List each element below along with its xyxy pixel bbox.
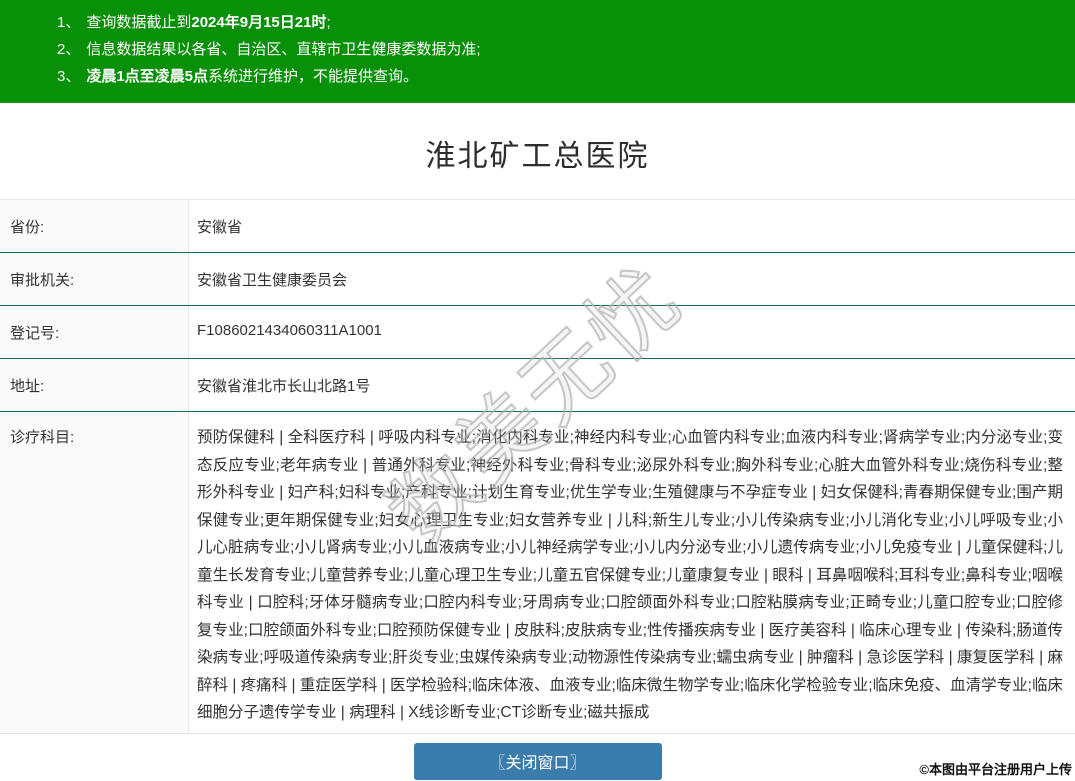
row-label: 登记号: (0, 306, 189, 358)
notice-text: 信息数据结果以各省、自治区、直辖市卫生健康委数据为准; (86, 41, 481, 58)
row-value: F1086021434060311A1001 (197, 322, 382, 339)
row-label: 省份: (0, 200, 189, 252)
row-label: 审批机关: (0, 253, 189, 305)
table-row-registration-number: 登记号: F1086021434060311A1001 (0, 306, 1075, 359)
button-area: 〖关闭窗口〗 (0, 742, 1075, 780)
notice-number: 1、 (57, 14, 81, 31)
copyright-stamp: ©本图由平台注册用户上传 (919, 762, 1072, 777)
table-row-province: 省份: 安徽省 (0, 200, 1075, 253)
notice-item-3: 3、 凌晨1点至凌晨5点系统进行维护，不能提供查询。 (57, 63, 1075, 90)
table-row-approval-authority: 审批机关: 安徽省卫生健康委员会 (0, 253, 1075, 306)
notice-banner: 1、 查询数据截止到2024年9月15日21时; 2、 信息数据结果以各省、自治区、… (0, 0, 1075, 103)
notice-number: 3、 (57, 68, 81, 85)
hospital-title: 淮北矿工总医院 (425, 140, 650, 173)
row-label: 地址: (0, 359, 189, 411)
table-row-medical-departments: 诊疗科目: 预防保健科 | 全科医疗科 | 呼吸内科专业;消化内科专业;神经内科… (0, 412, 1075, 734)
row-value: 安徽省卫生健康委员会 (197, 272, 348, 289)
notice-text: 查询数据截止到2024年9月15日21时; (86, 14, 331, 31)
row-value: 预防保健科 | 全科医疗科 | 呼吸内科专业;消化内科专业;神经内科专业;心血管… (197, 429, 1063, 721)
notice-text: 凌晨1点至凌晨5点系统进行维护，不能提供查询。 (86, 68, 419, 85)
row-label: 诊疗科目: (0, 412, 189, 733)
row-value: 安徽省 (197, 219, 243, 236)
table-row-address: 地址: 安徽省淮北市长山北路1号 (0, 359, 1075, 412)
row-value: 安徽省淮北市长山北路1号 (197, 378, 371, 395)
notice-number: 2、 (57, 41, 81, 58)
close-window-button[interactable]: 〖关闭窗口〗 (413, 742, 662, 780)
info-table: 省份: 安徽省 审批机关: 安徽省卫生健康委员会 登记号: F108602143… (0, 199, 1075, 734)
notice-item-2: 2、 信息数据结果以各省、自治区、直辖市卫生健康委数据为准; (57, 36, 1075, 63)
notice-item-1: 1、 查询数据截止到2024年9月15日21时; (57, 9, 1075, 36)
